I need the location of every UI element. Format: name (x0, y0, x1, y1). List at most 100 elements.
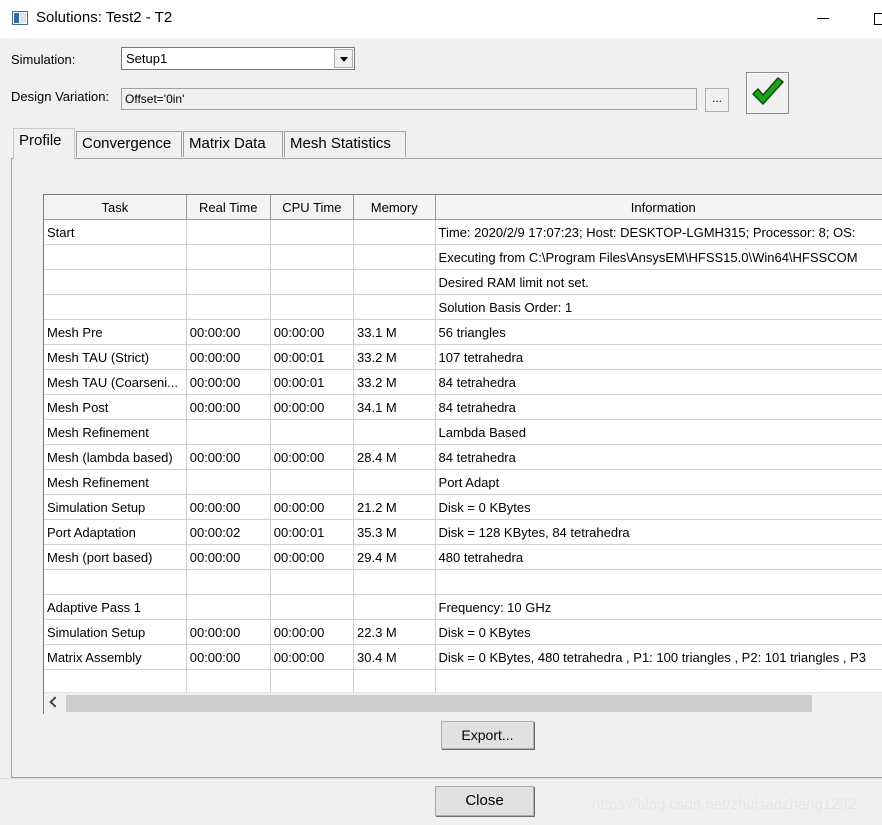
cell-real-time (185, 419, 271, 445)
window-title: Solutions: Test2 - T2 (36, 9, 173, 26)
tab-profile[interactable]: Profile (13, 128, 75, 159)
export-button[interactable]: Export... (441, 721, 534, 749)
column-header-task[interactable]: Task (44, 195, 187, 220)
cell-task: Mesh TAU (Coarseni... (44, 369, 187, 395)
cell-cpu-time: 00:00:00 (269, 394, 355, 420)
cell-task: Mesh Refinement (44, 419, 187, 445)
cell-real-time: 00:00:00 (185, 369, 271, 395)
cell-memory (353, 569, 436, 595)
cell-information: 107 tetrahedra (434, 344, 882, 370)
cell-task: Mesh Refinement (44, 469, 187, 495)
cell-information: Disk = 0 KBytes (434, 619, 882, 645)
table-row[interactable]: Mesh TAU (Coarseni... 00:00:00 00:00:01 33.… (44, 369, 882, 395)
table-row[interactable]: Desired RAM limit not set. (44, 269, 882, 295)
cell-task: Mesh (port based) (44, 544, 187, 570)
simulation-dropdown[interactable]: Setup1 (121, 47, 355, 70)
table-row[interactable]: Mesh (lambda based) 00:00:00 00:00:00 28.4 … (44, 444, 882, 470)
cell-cpu-time: 00:00:00 (269, 494, 355, 520)
table-row[interactable]: Executing from C:\Program Files\AnsysEM\… (44, 244, 882, 270)
cell-information: Disk = 0 KBytes, 480 tetrahedra , P1: 10… (434, 644, 882, 670)
tab-convergence[interactable]: Convergence (76, 131, 182, 157)
cell-memory: 34.1 M (353, 394, 436, 420)
design-variation-field[interactable]: Offset='0in' (121, 88, 697, 110)
table-row[interactable] (44, 569, 882, 595)
cell-memory: 30.4 M (353, 644, 436, 670)
cell-real-time (185, 569, 271, 595)
watermark-text: https://blog.csdn.net/zhulsaozhang1292 (592, 796, 857, 813)
cell-task: Mesh TAU (Strict) (44, 344, 187, 370)
table-row[interactable]: Adaptive Pass 1 Frequency: 10 GHz (44, 594, 882, 620)
cell-real-time: 00:00:00 (185, 494, 271, 520)
maximize-button[interactable] (864, 8, 882, 28)
cell-information: 480 tetrahedra (434, 544, 882, 570)
cell-information: 56 triangles (434, 319, 882, 345)
app-window-icon (12, 11, 28, 25)
cell-real-time: 00:00:00 (185, 544, 271, 570)
table-row[interactable]: Mesh Refinement Lambda Based (44, 419, 882, 445)
cell-cpu-time: 00:00:00 (269, 319, 355, 345)
cell-memory: 29.4 M (353, 544, 436, 570)
design-variation-value: Offset='0in' (125, 92, 185, 106)
table-row[interactable]: Mesh Pre 00:00:00 00:00:00 33.1 M 56 triangl… (44, 319, 882, 345)
cell-cpu-time: 00:00:01 (269, 344, 355, 370)
cell-memory: 33.1 M (353, 319, 436, 345)
scroll-left-arrow-icon[interactable] (44, 693, 64, 714)
cell-cpu-time (269, 469, 355, 495)
cell-cpu-time (269, 219, 355, 245)
cell-information: 84 tetrahedra (434, 394, 882, 420)
cell-cpu-time: 00:00:00 (269, 619, 355, 645)
horizontal-scrollbar[interactable] (44, 692, 882, 714)
cell-memory (353, 269, 436, 295)
cell-memory (353, 669, 436, 693)
cell-real-time (185, 469, 271, 495)
cell-task: Mesh Pre (44, 319, 187, 345)
column-header-real-time[interactable]: Real Time (185, 195, 271, 220)
table-row[interactable]: Mesh (port based) 00:00:00 00:00:00 29.4 M4… (44, 544, 882, 570)
cell-memory: 22.3 M (353, 619, 436, 645)
scrollbar-thumb[interactable] (66, 695, 812, 712)
cell-cpu-time: 00:00:00 (269, 444, 355, 470)
cell-memory (353, 469, 436, 495)
cell-task: Mesh (lambda based) (44, 444, 187, 470)
cell-information: Executing from C:\Program Files\AnsysEM\… (434, 244, 882, 270)
checkmark-icon (752, 77, 784, 105)
table-row[interactable]: Mesh Post 00:00:00 00:00:00 34.1 M 84 tetrah… (44, 394, 882, 420)
column-header-cpu-time[interactable]: CPU Time (269, 195, 355, 220)
table-row[interactable] (44, 669, 882, 693)
cell-information (434, 569, 882, 595)
tab-matrix-data[interactable]: Matrix Data (183, 131, 283, 157)
table-row[interactable]: Start Time: 2020/2/9 17:07:23; Host: DESK… (44, 219, 882, 245)
cell-cpu-time (269, 269, 355, 295)
cell-real-time: 00:00:00 (185, 644, 271, 670)
cell-real-time: 00:00:00 (185, 619, 271, 645)
browse-variation-button[interactable]: ... (705, 88, 729, 112)
cell-cpu-time: 00:00:01 (269, 519, 355, 545)
close-button[interactable]: Close (435, 786, 534, 816)
tab-mesh-statistics[interactable]: Mesh Statistics (284, 131, 406, 157)
table-row[interactable]: Matrix Assembly 00:00:00 00:00:00 30.4 M Dis… (44, 644, 882, 670)
cell-memory: 33.2 M (353, 369, 436, 395)
table-row[interactable]: Mesh TAU (Strict) 00:00:00 00:00:01 33.2 M1… (44, 344, 882, 370)
chevron-down-icon[interactable] (334, 49, 353, 68)
cell-cpu-time (269, 294, 355, 320)
cell-real-time: 00:00:00 (185, 444, 271, 470)
table-row[interactable]: Port Adaptation 00:00:02 00:00:01 35.3 M Dis… (44, 519, 882, 545)
cell-information: 84 tetrahedra (434, 444, 882, 470)
cell-cpu-time (269, 594, 355, 620)
profile-table[interactable]: Task Real Time CPU Time Memory Informati… (43, 194, 882, 714)
column-header-information[interactable]: Information (434, 195, 882, 220)
table-row[interactable]: Mesh Refinement Port Adapt (44, 469, 882, 495)
cell-memory (353, 419, 436, 445)
table-row[interactable]: Simulation Setup 00:00:00 00:00:00 21.2 M Di… (44, 494, 882, 520)
cell-real-time: 00:00:00 (185, 344, 271, 370)
column-header-memory[interactable]: Memory (353, 195, 436, 220)
cell-memory: 21.2 M (353, 494, 436, 520)
cell-cpu-time: 00:00:00 (269, 544, 355, 570)
design-variation-label: Design Variation: (11, 89, 110, 104)
cell-real-time: 00:00:00 (185, 394, 271, 420)
table-row[interactable]: Simulation Setup 00:00:00 00:00:00 22.3 M Di… (44, 619, 882, 645)
cell-task (44, 669, 187, 693)
table-row[interactable]: Solution Basis Order: 1 (44, 294, 882, 320)
minimize-button[interactable] (808, 8, 838, 28)
profile-grid: Task Real Time CPU Time Memory Informati… (44, 195, 882, 693)
